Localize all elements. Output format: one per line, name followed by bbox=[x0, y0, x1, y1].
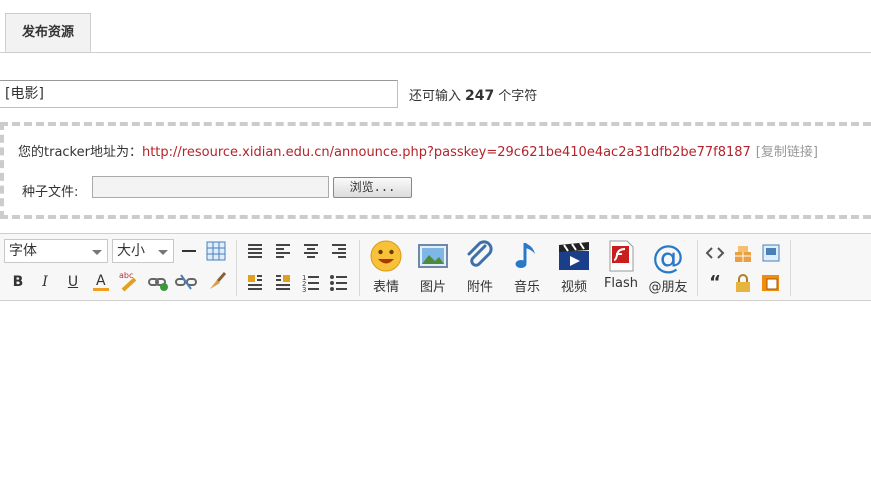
at-sign-icon: @ bbox=[652, 238, 684, 276]
font-size-select[interactable]: 大小 bbox=[112, 239, 174, 263]
tracker-label: 您的tracker地址为： bbox=[18, 145, 142, 160]
unlink-icon[interactable] bbox=[175, 271, 197, 293]
image-label: 图片 bbox=[419, 280, 446, 295]
counter-count: 247 bbox=[465, 88, 495, 104]
toolbar-divider bbox=[790, 240, 791, 296]
chevron-down-icon bbox=[92, 250, 102, 255]
flash-button[interactable]: Flash bbox=[598, 234, 644, 291]
attachment-button[interactable]: 附件 bbox=[457, 234, 503, 295]
image-button[interactable]: 图片 bbox=[410, 234, 456, 295]
size-select-value: 大小 bbox=[117, 243, 145, 259]
horizontal-rule-icon[interactable] bbox=[178, 240, 200, 262]
spellcheck-icon[interactable]: abc bbox=[118, 270, 140, 292]
clear-format-brush-icon[interactable] bbox=[206, 270, 228, 292]
toolbar-divider bbox=[236, 240, 237, 296]
music-label: 音乐 bbox=[513, 280, 540, 295]
svg-text:@: @ bbox=[652, 238, 684, 274]
counter-suffix: 个字符 bbox=[498, 89, 538, 104]
editor-toolbar: 字体 大小 B I U A abc 123 表情 图片 附件 音乐 视频 Fla… bbox=[0, 233, 871, 301]
free-block-icon[interactable] bbox=[732, 242, 754, 264]
code-icon[interactable] bbox=[704, 242, 726, 264]
align-left-icon[interactable] bbox=[272, 240, 294, 262]
editor-content-area[interactable] bbox=[0, 302, 871, 482]
align-right-icon[interactable] bbox=[328, 240, 350, 262]
browse-button[interactable]: 浏览... bbox=[333, 177, 412, 198]
music-note-icon bbox=[515, 243, 535, 268]
video-label: 视频 bbox=[560, 280, 587, 295]
counter-prefix: 还可输入 bbox=[409, 89, 462, 104]
font-color-icon[interactable]: A bbox=[90, 270, 112, 292]
smiley-icon bbox=[370, 240, 402, 272]
tab-bar: 发布资源 bbox=[0, 0, 871, 53]
tracker-info: 您的tracker地址为：http://resource.xidian.edu.… bbox=[18, 141, 818, 160]
tab-publish-resource[interactable]: 发布资源 bbox=[5, 13, 91, 52]
emoticon-button[interactable]: 表情 bbox=[363, 234, 409, 295]
mention-friend-label: @朋友 bbox=[648, 280, 688, 295]
table-icon[interactable] bbox=[205, 240, 227, 262]
quote-icon[interactable]: “ bbox=[704, 272, 726, 294]
float-right-icon[interactable] bbox=[272, 271, 294, 293]
tracker-url[interactable]: http://resource.xidian.edu.cn/announce.p… bbox=[142, 145, 751, 160]
font-family-select[interactable]: 字体 bbox=[4, 239, 108, 263]
torrent-upload-box: 您的tracker地址为：http://resource.xidian.edu.… bbox=[0, 122, 871, 219]
flash-label: Flash bbox=[603, 276, 639, 291]
toolbar-divider bbox=[697, 240, 698, 296]
insert-link-icon[interactable] bbox=[147, 271, 169, 293]
emoticon-label: 表情 bbox=[372, 280, 399, 295]
page-icon[interactable] bbox=[760, 242, 782, 264]
lock-hide-icon[interactable] bbox=[732, 272, 754, 294]
char-counter: 还可输入 247 个字符 bbox=[409, 85, 537, 104]
music-button[interactable]: 音乐 bbox=[504, 234, 550, 295]
align-justify-icon[interactable] bbox=[244, 240, 266, 262]
paste-icon[interactable] bbox=[760, 272, 782, 294]
chevron-down-icon bbox=[158, 250, 168, 255]
copy-link-button[interactable]: [复制链接] bbox=[756, 145, 818, 160]
unordered-list-icon[interactable] bbox=[328, 271, 350, 293]
svg-text:A: A bbox=[96, 273, 106, 289]
picture-icon bbox=[418, 244, 448, 268]
video-button[interactable]: 视频 bbox=[551, 234, 597, 295]
italic-icon[interactable]: I bbox=[34, 271, 56, 293]
flash-icon bbox=[609, 240, 634, 272]
align-center-icon[interactable] bbox=[300, 240, 322, 262]
torrent-file-input[interactable] bbox=[92, 176, 329, 198]
torrent-file-label: 种子文件: bbox=[22, 185, 79, 200]
float-left-icon[interactable] bbox=[244, 271, 266, 293]
title-input[interactable]: [电影] bbox=[0, 80, 398, 108]
bold-icon[interactable]: B bbox=[7, 271, 29, 293]
svg-text:3: 3 bbox=[302, 286, 306, 293]
mention-friend-button[interactable]: @ @朋友 bbox=[645, 234, 691, 295]
svg-text:abc: abc bbox=[119, 271, 133, 280]
font-select-value: 字体 bbox=[9, 243, 37, 259]
clapperboard-icon bbox=[559, 242, 589, 270]
ordered-list-icon[interactable]: 123 bbox=[300, 271, 322, 294]
attachment-label: 附件 bbox=[466, 280, 493, 295]
paperclip-icon bbox=[467, 240, 493, 267]
underline-icon[interactable]: U bbox=[62, 271, 84, 293]
toolbar-divider bbox=[359, 240, 360, 296]
